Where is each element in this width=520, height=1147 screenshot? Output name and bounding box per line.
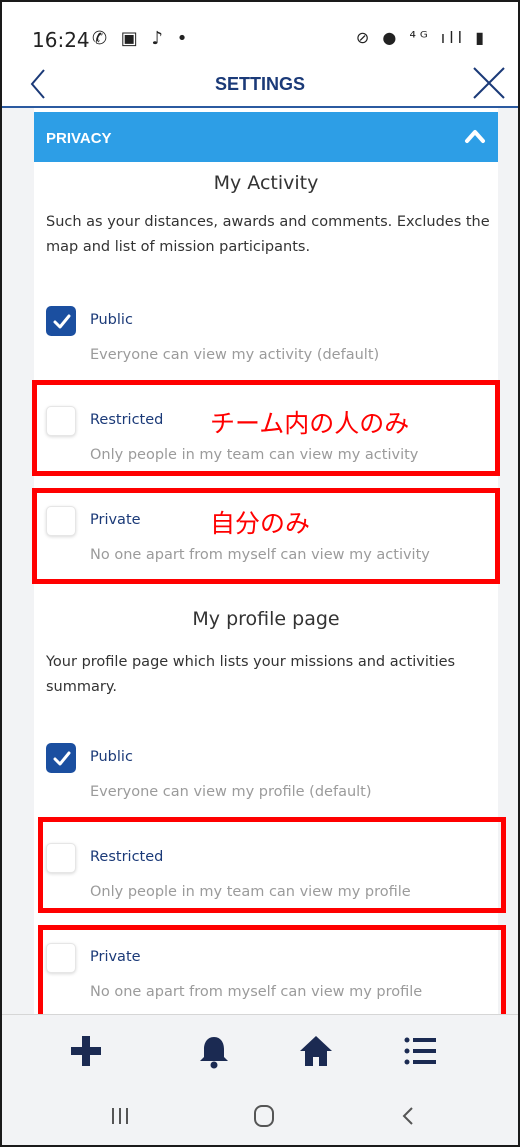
home-button[interactable]	[296, 1031, 336, 1071]
annotation-restricted-note: チーム内の人のみ	[210, 409, 410, 438]
section-title: PRIVACY	[46, 130, 112, 147]
activity-restricted-checkbox[interactable]	[46, 406, 76, 436]
option-label: Private	[90, 949, 141, 965]
activity-public-checkbox[interactable]	[46, 306, 76, 336]
privacy-section-header[interactable]: PRIVACY	[34, 112, 498, 162]
option-label: Public	[90, 312, 133, 328]
notifications-button[interactable]	[194, 1031, 234, 1071]
activity-heading: My Activity	[213, 172, 319, 194]
option-description: Only people in my team can view my activ…	[90, 447, 419, 463]
profile-private-checkbox[interactable]	[46, 943, 76, 973]
option-label: Private	[90, 512, 141, 528]
chevron-up-icon	[465, 130, 485, 143]
profile-restricted-checkbox[interactable]	[46, 843, 76, 873]
option-label: Public	[90, 749, 133, 765]
recents-icon	[112, 1108, 128, 1124]
option-label: Restricted	[90, 849, 164, 865]
system-home-button[interactable]	[244, 1102, 284, 1130]
profile-description: Your profile page which lists your missi…	[46, 654, 456, 695]
home-icon	[300, 1036, 332, 1066]
app-header: SETTINGS	[2, 62, 518, 108]
annotation-private-note: 自分のみ	[210, 509, 311, 538]
option-description: Only people in my team can view my profi…	[90, 884, 411, 900]
page-title: SETTINGS	[214, 74, 305, 94]
add-button[interactable]	[66, 1031, 106, 1071]
activity-option-public[interactable]: Public Everyone can view my activity (de…	[46, 306, 486, 366]
option-description: Everyone can view my profile (default)	[90, 784, 372, 800]
close-icon	[473, 67, 505, 99]
home-circle-icon	[254, 1105, 274, 1127]
option-description: No one apart from myself can view my pro…	[90, 984, 423, 1000]
status-time: 16:24	[32, 28, 90, 52]
profile-option-restricted[interactable]: Restricted Only people in my team can vi…	[46, 843, 486, 903]
menu-button[interactable]	[400, 1031, 440, 1071]
profile-public-checkbox[interactable]	[46, 743, 76, 773]
close-button[interactable]	[470, 64, 508, 102]
activity-description: Such as your distances, awards and comme…	[46, 214, 490, 255]
privacy-card: PRIVACY My Activity Such as your distanc…	[34, 108, 498, 1014]
option-description: Everyone can view my activity (default)	[90, 347, 380, 363]
profile-option-public[interactable]: Public Everyone can view my profile (def…	[46, 743, 486, 803]
profile-option-private[interactable]: Private No one apart from myself can vie…	[46, 943, 486, 1003]
system-back-button[interactable]	[388, 1102, 428, 1130]
recents-button[interactable]	[100, 1102, 140, 1130]
settings-content[interactable]: PRIVACY My Activity Such as your distanc…	[2, 108, 518, 1014]
check-icon	[53, 751, 71, 766]
option-label: Restricted	[90, 412, 164, 428]
check-icon	[53, 314, 71, 329]
back-chevron-icon	[402, 1107, 413, 1125]
profile-heading: My profile page	[192, 608, 340, 630]
notification-icons: ✆ ▣ ♪ •	[92, 28, 192, 49]
plus-icon	[71, 1036, 101, 1066]
status-bar: 16:24 ✆ ▣ ♪ • ⊘ ● ⁴ᴳ ıll ▮	[2, 2, 518, 62]
phone-screen: 16:24 ✆ ▣ ♪ • ⊘ ● ⁴ᴳ ıll ▮ SETTINGS PRIV…	[0, 0, 520, 1147]
activity-private-checkbox[interactable]	[46, 506, 76, 536]
bell-icon	[200, 1037, 228, 1069]
list-icon	[404, 1037, 436, 1065]
option-description: No one apart from myself can view my act…	[90, 547, 430, 563]
system-nav-bar	[2, 1088, 518, 1145]
bottom-nav	[2, 1014, 518, 1088]
system-status-icons: ⊘ ● ⁴ᴳ ıll ▮	[355, 28, 488, 47]
